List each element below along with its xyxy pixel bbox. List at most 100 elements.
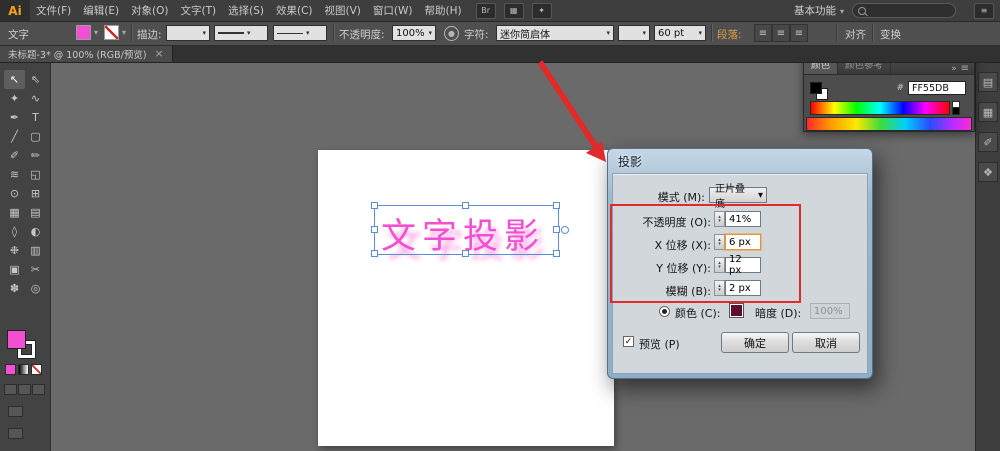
selection-handle[interactable] <box>553 250 560 257</box>
menu-type[interactable]: 文字(T) <box>175 0 223 21</box>
document-tab[interactable]: 未标题-3* @ 100% (RGB/预览) × <box>0 45 173 62</box>
screen-mode-button[interactable] <box>8 406 23 417</box>
draw-behind-button[interactable] <box>18 384 31 395</box>
shadow-color-swatch[interactable] <box>729 303 744 318</box>
mesh-tool[interactable]: ▦ <box>4 203 25 222</box>
magic-wand-tool[interactable]: ✦ <box>4 89 25 108</box>
font-size-field[interactable]: 60 pt <box>654 25 706 41</box>
draw-inside-button[interactable] <box>32 384 45 395</box>
menu-select[interactable]: 选择(S) <box>222 0 270 21</box>
stroke-weight-field[interactable] <box>166 25 210 41</box>
ok-button[interactable]: 确定 <box>721 332 789 353</box>
symbols-panel-icon[interactable]: ❖ <box>978 162 998 182</box>
align-center-icon[interactable]: ≡ <box>772 24 790 42</box>
align-panel-button[interactable]: 对齐 <box>845 27 866 42</box>
shape-builder-tool[interactable]: ⊙ <box>4 184 25 203</box>
hex-value-field[interactable]: FF55DB <box>908 81 966 95</box>
artboard[interactable] <box>318 150 614 446</box>
gradient-tool[interactable]: ▤ <box>25 203 46 222</box>
selection-handle[interactable] <box>371 226 378 233</box>
search-input[interactable] <box>870 4 950 17</box>
gradient-mode-button[interactable] <box>18 364 29 375</box>
selection-handle[interactable] <box>371 202 378 209</box>
style-options-icon[interactable]: ● <box>444 26 459 41</box>
edit-toolbar-button[interactable] <box>8 428 23 439</box>
menu-object[interactable]: 对象(O) <box>125 0 174 21</box>
panel-fill-swatch[interactable] <box>810 82 822 94</box>
menu-edit[interactable]: 编辑(E) <box>77 0 125 21</box>
menu-effect[interactable]: 效果(C) <box>270 0 319 21</box>
chevron-down-icon[interactable] <box>122 26 126 38</box>
pencil-tool[interactable]: ✏ <box>25 146 46 165</box>
align-right-icon[interactable]: ≡ <box>790 24 808 42</box>
menu-icon[interactable]: ≡ <box>974 2 994 19</box>
selection-handle[interactable] <box>371 250 378 257</box>
color-mode-button[interactable] <box>5 364 16 375</box>
text-out-port[interactable] <box>561 226 569 234</box>
arrange-documents-icon[interactable]: ▦ <box>503 2 524 19</box>
fill-swatch[interactable] <box>7 330 26 349</box>
direct-selection-tool[interactable]: ⇖ <box>25 70 46 89</box>
symbol-sprayer-tool[interactable]: ❉ <box>4 241 25 260</box>
cancel-button[interactable]: 取消 <box>792 332 860 353</box>
color-panel-icon[interactable]: ▤ <box>978 72 998 92</box>
zoom-tool[interactable]: ◎ <box>25 279 46 298</box>
chevron-down-icon[interactable] <box>94 26 98 38</box>
panel-menu-icon[interactable]: ≡ <box>961 63 974 74</box>
slice-tool[interactable]: ✂ <box>25 260 46 279</box>
selection-handle[interactable] <box>462 250 469 257</box>
character-label[interactable]: 字符: <box>464 27 489 42</box>
none-mode-button[interactable] <box>31 364 42 375</box>
bridge-icon[interactable]: Br <box>475 2 496 19</box>
fill-color-swatch[interactable] <box>76 25 91 40</box>
workspace-switcher[interactable]: 基本功能 <box>786 3 852 18</box>
artboard-tool[interactable]: ▣ <box>4 260 25 279</box>
rectangle-tool[interactable]: ▢ <box>25 127 46 146</box>
stroke-color-swatch[interactable] <box>104 25 119 40</box>
pen-tool[interactable]: ✒ <box>4 108 25 127</box>
selection-handle[interactable] <box>553 202 560 209</box>
perspective-grid-tool[interactable]: ⊞ <box>25 184 46 203</box>
preview-checkbox[interactable] <box>623 336 634 347</box>
draw-normal-button[interactable] <box>4 384 17 395</box>
selection-handle[interactable] <box>553 226 560 233</box>
column-graph-tool[interactable]: ▥ <box>25 241 46 260</box>
brush-definition-dropdown[interactable] <box>273 25 327 41</box>
color-spectrum-bar-2[interactable] <box>806 117 972 131</box>
menu-view[interactable]: 视图(V) <box>319 0 367 21</box>
paragraph-label[interactable]: 段落: <box>717 27 742 42</box>
selection-handle[interactable] <box>462 202 469 209</box>
black-swatch[interactable] <box>952 107 960 115</box>
lasso-tool[interactable]: ∿ <box>25 89 46 108</box>
color-radio[interactable] <box>659 306 670 317</box>
mode-dropdown[interactable]: 正片叠底 <box>709 184 767 210</box>
color-spectrum-bar[interactable] <box>810 101 950 115</box>
blend-tool[interactable]: ◐ <box>25 222 46 241</box>
search-box[interactable] <box>852 3 956 18</box>
paintbrush-tool[interactable]: ✐ <box>4 146 25 165</box>
opacity-field[interactable]: 100% <box>392 25 436 41</box>
hand-tool[interactable]: ✽ <box>4 279 25 298</box>
darkness-value: 100% <box>814 305 843 317</box>
type-tool[interactable]: T <box>25 108 46 127</box>
width-tool[interactable]: ≋ <box>4 165 25 184</box>
selection-tool[interactable]: ↖ <box>4 70 25 89</box>
tools-icon[interactable]: ✦ <box>531 2 552 19</box>
preview-label[interactable]: 预览 (P) <box>639 336 680 352</box>
close-icon[interactable]: × <box>155 47 164 60</box>
menu-window[interactable]: 窗口(W) <box>367 0 419 21</box>
swatches-panel-icon[interactable]: ▦ <box>978 102 998 122</box>
app-logo[interactable]: Ai <box>0 0 30 21</box>
collapse-panels-icon[interactable]: » <box>947 64 961 74</box>
menu-file[interactable]: 文件(F) <box>30 0 77 21</box>
line-segment-tool[interactable]: ╱ <box>4 127 25 146</box>
eyedropper-tool[interactable]: ◊ <box>4 222 25 241</box>
free-transform-tool[interactable]: ◱ <box>25 165 46 184</box>
align-left-icon[interactable]: ≡ <box>754 24 772 42</box>
font-family-dropdown[interactable]: 迷你简启体 <box>496 25 614 41</box>
font-style-dropdown[interactable] <box>618 25 650 41</box>
variable-width-profile-dropdown[interactable] <box>214 25 268 41</box>
menu-help[interactable]: 帮助(H) <box>419 0 468 21</box>
brushes-panel-icon[interactable]: ✐ <box>978 132 998 152</box>
transform-panel-button[interactable]: 变换 <box>880 27 901 42</box>
